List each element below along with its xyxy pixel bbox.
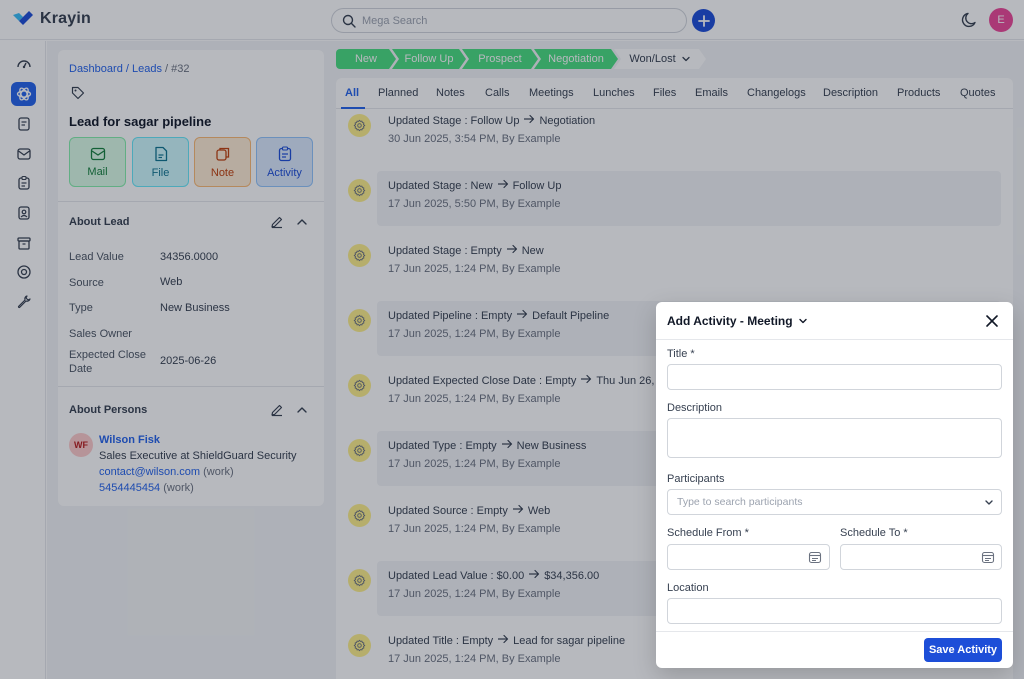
close-icon[interactable] — [984, 313, 1000, 329]
modal-header: Add Activity - Meeting — [656, 302, 1013, 340]
modal-title: Add Activity - Meeting — [667, 314, 793, 328]
description-textarea[interactable] — [667, 418, 1002, 458]
schedule-from-input[interactable] — [667, 544, 830, 570]
schedule-from-label: Schedule From * — [667, 527, 749, 539]
activity-type-dropdown[interactable]: Add Activity - Meeting — [667, 314, 808, 328]
description-label: Description — [667, 402, 723, 414]
modal-footer: Save Activity — [656, 631, 1013, 668]
chevron-down-icon — [798, 318, 807, 324]
calendar-icon[interactable] — [981, 550, 995, 564]
chevron-down-icon — [985, 500, 993, 505]
schedule-to-input[interactable] — [840, 544, 1002, 570]
title-label: Title * — [667, 348, 695, 360]
location-label: Location — [667, 582, 709, 594]
title-input[interactable] — [667, 364, 1002, 390]
calendar-icon[interactable] — [808, 550, 822, 564]
save-activity-button[interactable]: Save Activity — [924, 638, 1002, 662]
participants-search-input[interactable]: Type to search participants — [667, 489, 1002, 515]
participants-label: Participants — [667, 473, 725, 485]
add-activity-modal: Add Activity - Meeting Title * Descripti… — [656, 302, 1013, 668]
schedule-to-label: Schedule To * — [840, 527, 908, 539]
participants-placeholder: Type to search participants — [677, 496, 803, 508]
location-input[interactable] — [667, 598, 1002, 624]
